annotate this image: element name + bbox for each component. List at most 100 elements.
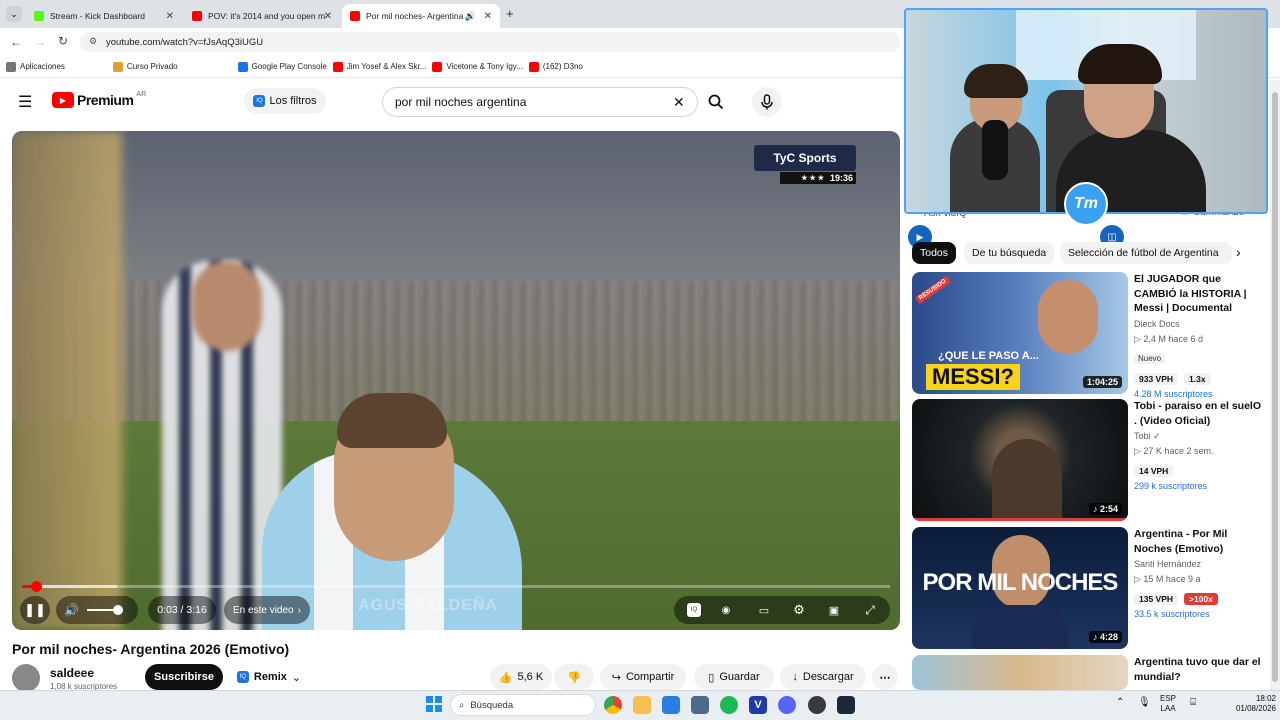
page-scrollbar[interactable] [1270, 80, 1280, 690]
webcam-microphone [982, 120, 1008, 180]
voice-search-button[interactable] [752, 87, 782, 117]
clock[interactable]: 18:02 01/08/2026 [1218, 694, 1276, 714]
volume-slider[interactable] [86, 605, 123, 615]
settings-icon[interactable]: ⚙ [789, 600, 809, 620]
search-button[interactable] [698, 87, 734, 117]
bookmark-jim-yosef[interactable]: Jim Yosef & Alex Skr... [332, 61, 426, 72]
bookmark-d3no[interactable]: (162) D3no [528, 61, 583, 72]
tray-chevron-icon[interactable]: ⌃ [1116, 697, 1124, 708]
chip-todos[interactable]: Todos [912, 242, 957, 264]
windows-start-icon[interactable] [426, 696, 442, 712]
vph-badge: 14 VPH [1134, 465, 1174, 477]
spotify-icon[interactable] [720, 696, 738, 714]
recommendation-item[interactable]: RESUBIDO ¿QUE LE PASO A... MESSI? 1:04:2… [912, 272, 1268, 399]
recommendation-thumbnail[interactable]: POR MIL NOCHES ♪ 4:28 [912, 527, 1128, 649]
like-button[interactable]: 👍 5,6 K [490, 664, 552, 690]
menu-icon[interactable]: ☰ [18, 92, 32, 112]
save-button[interactable]: ▯ Guardar [694, 664, 774, 690]
broadcast-clock-time: 19:36 [829, 173, 853, 183]
search-input[interactable]: por mil noches argentina ✕ [382, 87, 698, 117]
channel-name[interactable]: saldeee [50, 666, 94, 680]
logo-text: Premium [77, 92, 134, 108]
reload-icon[interactable]: ↻ [58, 34, 68, 48]
recommendation-title[interactable]: El JUGADOR que CAMBIÓ la HISTORIA | Mess… [1134, 272, 1266, 316]
audio-icon[interactable]: 🔊 [465, 11, 476, 22]
volume-icon[interactable]: 🔊 [64, 603, 79, 617]
filters-button[interactable]: IQ Los filtros [244, 88, 326, 114]
bookmark-apps[interactable]: Aplicaciones [6, 61, 65, 72]
close-icon[interactable]: ✕ [484, 11, 492, 22]
bookmark-vicetone[interactable]: Vicetone & Tony Igy... [432, 61, 523, 72]
chip-de-tu-busqueda[interactable]: De tu búsqueda [964, 242, 1055, 264]
recommendation-title[interactable]: Argentina tuvo que dar el mundial? [1134, 655, 1266, 684]
remix-button[interactable]: IQ Remix ⌄ [230, 664, 308, 690]
discord-icon[interactable] [778, 696, 796, 714]
vegas-icon[interactable]: V [749, 696, 767, 714]
tab-por-mil-noches[interactable]: Por mil noches- Argentina 🔊 ✕ [342, 4, 500, 28]
progress-handle[interactable] [30, 581, 42, 592]
fullscreen-icon[interactable]: ⤢ [860, 600, 880, 620]
webcam-person-left-hair [964, 64, 1028, 98]
chips-next-icon[interactable]: › [1236, 244, 1241, 260]
network-icon[interactable]: ⌸ [1190, 697, 1196, 708]
new-tab-icon[interactable]: + [506, 6, 514, 21]
download-button[interactable]: ↓ Descargar [780, 664, 866, 690]
obs-icon[interactable] [808, 696, 826, 714]
recommendation-item[interactable]: Argentina tuvo que dar el mundial? [912, 655, 1268, 690]
taskbar-search[interactable]: ⌕ Búsqueda [450, 694, 596, 716]
thumbs-up-icon: 👍 [498, 671, 513, 684]
autoplay-toggle-icon[interactable]: ◉ [716, 600, 736, 620]
youtube-logo[interactable]: ▶ Premium AR [52, 91, 146, 108]
recommendation-title[interactable]: Tobi - paraiso en el suelO . (Video Ofic… [1134, 399, 1266, 428]
recommendation-thumbnail[interactable] [912, 655, 1128, 690]
close-icon[interactable]: ✕ [324, 11, 332, 22]
tab-search-icon[interactable]: ⌄ [6, 6, 22, 22]
close-icon[interactable]: ✕ [166, 11, 174, 22]
input-language[interactable]: ESP LAA [1160, 694, 1176, 714]
volume-control[interactable]: 🔊 [56, 596, 138, 624]
recommendation-item[interactable]: POR MIL NOCHES ♪ 4:28 Argentina - Por Mi… [912, 527, 1268, 649]
volume-handle[interactable] [112, 605, 123, 615]
share-button[interactable]: ↪ Compartir [600, 664, 686, 690]
recommendation-channel[interactable]: Tobi ✓ [1134, 430, 1266, 443]
scrollbar-thumb[interactable] [1272, 92, 1278, 682]
address-bar[interactable]: ⚙ youtube.com/watch?v=fJsAqQ3iUGU [80, 32, 900, 52]
tab-pov-video[interactable]: POV: it's 2014 and you open m ✕ [184, 4, 340, 28]
miniplayer-icon[interactable]: ▣ [824, 600, 844, 620]
recommendation-thumbnail[interactable]: ♪ 2:54 [912, 399, 1128, 521]
tray-mic-icon[interactable]: 🎙 [1138, 697, 1151, 708]
site-info-icon[interactable]: ⚙ [89, 36, 97, 47]
bookmark-curso-privado[interactable]: Curso Privado [112, 61, 178, 72]
broadcast-clock: ★ ★ ★ 19:36 [780, 172, 856, 184]
recommendation-title[interactable]: Argentina - Por Mil Noches (Emotivo) [1134, 527, 1266, 556]
forward-icon[interactable]: → [34, 35, 46, 49]
avatar[interactable] [12, 664, 40, 692]
calculator-icon[interactable] [691, 696, 709, 714]
chip-seleccion-argentina[interactable]: Selección de fútbol de Argentina [1060, 242, 1232, 264]
progress-bar[interactable] [22, 581, 890, 592]
more-actions-button[interactable]: ⋯ [872, 664, 898, 690]
subscribe-button[interactable]: Suscribirse [145, 664, 223, 690]
recommendation-thumbnail[interactable]: RESUBIDO ¿QUE LE PASO A... MESSI? 1:04:2… [912, 272, 1128, 394]
vidiq-player-icon[interactable]: IQ [684, 600, 704, 620]
vidiq-icon: IQ [253, 95, 266, 107]
thumbnail-face [1038, 280, 1098, 354]
pause-button[interactable]: ❚❚ [20, 596, 50, 624]
back-icon[interactable]: ← [10, 35, 22, 49]
recommendation-item[interactable]: ♪ 2:54 Tobi - paraiso en el suelO . (Vid… [912, 399, 1268, 521]
recommendation-channel[interactable]: Dieck Docs [1134, 318, 1266, 331]
tm-logo: Tm [1064, 182, 1108, 226]
chapter-button[interactable]: En este video › [224, 596, 310, 624]
chapter-label: En este video [233, 604, 294, 616]
chrome-icon[interactable] [604, 696, 622, 714]
file-explorer-icon[interactable] [633, 696, 651, 714]
tab-kick-dashboard[interactable]: Stream - Kick Dashboard ✕ [26, 4, 182, 28]
steam-icon[interactable] [837, 696, 855, 714]
dislike-button[interactable]: 👎 [554, 664, 594, 690]
bookmark-google-play-console[interactable]: Google Play Console [237, 61, 327, 72]
captions-icon[interactable]: ▭ [754, 600, 774, 620]
video-player[interactable]: TyC Sports ★ ★ ★ 19:36 AGUS SALDEÑA ❚❚ 🔊 … [12, 131, 900, 630]
store-icon[interactable] [662, 696, 680, 714]
recommendation-channel[interactable]: Santi Hernández [1134, 558, 1266, 571]
clear-icon[interactable]: ✕ [673, 94, 685, 111]
